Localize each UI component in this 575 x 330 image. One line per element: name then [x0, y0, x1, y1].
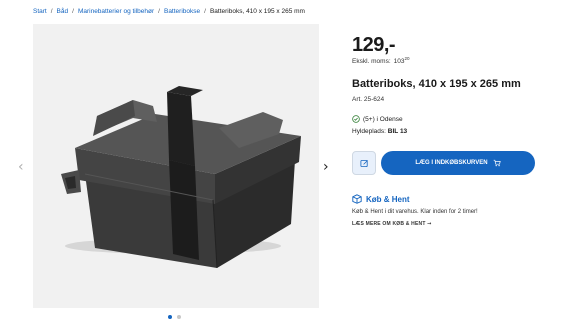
gallery-dot-2[interactable]	[177, 315, 181, 319]
breadcrumb-separator: /	[72, 8, 74, 15]
stock-status: (5+) i Odense	[352, 115, 403, 123]
cart-icon	[493, 159, 501, 167]
gallery-pagination	[168, 315, 181, 319]
gallery-dot-1[interactable]	[168, 315, 172, 319]
breadcrumb: Start / Båd / Marinebatterier og tilbehø…	[33, 8, 305, 15]
add-to-cart-button[interactable]: LÆG I INDKØBSKURVEN	[381, 151, 535, 175]
excl-vat-value: 103	[393, 58, 405, 66]
breadcrumb-battery-boxes[interactable]: Batteribokse	[164, 8, 200, 15]
product-title: Batteriboks, 410 x 195 x 265 mm	[352, 78, 521, 90]
breadcrumb-separator: /	[50, 8, 53, 15]
shelf-value: BIL 13	[387, 128, 408, 135]
add-to-cart-label: LÆG I INDKØBSKURVEN	[415, 160, 488, 166]
product-image-gallery[interactable]	[33, 24, 319, 308]
breadcrumb-baad[interactable]: Båd	[57, 8, 69, 15]
click-collect-more-link[interactable]: LÆS MERE OM KØB & HENT →	[352, 221, 432, 227]
gallery-next-button[interactable]: ›	[323, 160, 329, 174]
breadcrumb-marine-batteries[interactable]: Marinebatterier og tilbehør	[78, 8, 154, 15]
click-collect-more-label: LÆS MERE OM KØB & HENT	[352, 221, 426, 227]
click-collect-title: Køb & Hent	[366, 194, 410, 204]
price: 129,-	[352, 34, 396, 56]
gallery-prev-button[interactable]: ‹	[18, 160, 24, 174]
check-circle-icon	[352, 115, 360, 123]
breadcrumb-start[interactable]: Start	[33, 8, 47, 15]
product-image[interactable]	[33, 24, 319, 308]
shelf-location: Hyldeplads: BIL 13	[352, 128, 407, 135]
shelf-label: Hyldeplads:	[352, 128, 386, 135]
box-icon	[352, 194, 362, 204]
wishlist-button[interactable]	[352, 151, 376, 175]
price-excl-vat: Ekskl. moms: 10320	[352, 56, 410, 65]
breadcrumb-current: Batteriboks, 410 x 195 x 265 mm	[209, 8, 305, 15]
click-collect-header: Køb & Hent	[352, 194, 410, 204]
article-number: Art. 25-624	[352, 96, 385, 103]
arrow-right-icon: →	[427, 221, 432, 227]
excl-vat-label: Ekskl. moms:	[352, 58, 391, 66]
click-collect-description: Køb & Hent i dit varehus. Klar inden for…	[352, 209, 478, 215]
excl-vat-decimals: 20	[404, 56, 410, 61]
stock-text: (5+) i Odense	[363, 115, 403, 123]
breadcrumb-separator: /	[204, 8, 206, 15]
edit-list-icon	[359, 159, 368, 167]
product-page: Start / Båd / Marinebatterier og tilbehø…	[0, 0, 575, 330]
breadcrumb-separator: /	[158, 8, 160, 15]
